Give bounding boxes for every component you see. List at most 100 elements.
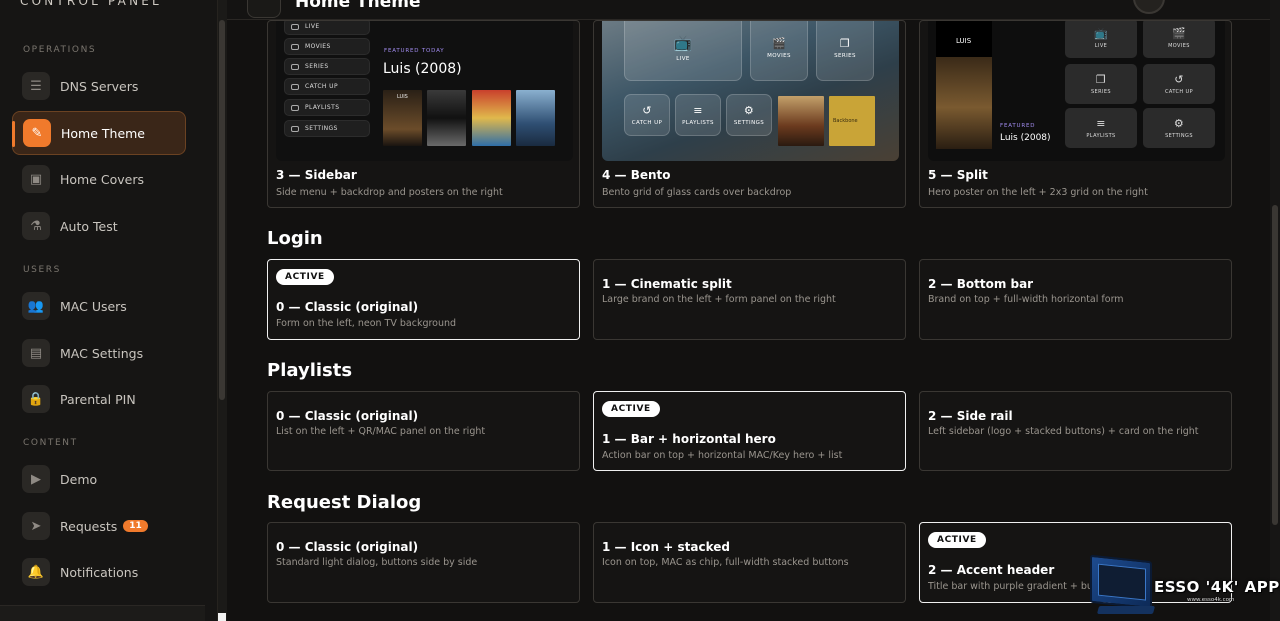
preview-poster: Backbone [829,96,875,146]
preview-tile-catchup: ↺ CATCH UP [624,94,670,136]
preview-menu-item: MOVIES [284,38,370,55]
preview-poster [427,90,466,146]
sidebar-item-label: DNS Servers [60,78,139,94]
theme-card-split[interactable]: LUIS FEATURED Luis (2008) 📺 LIVE 🎬 MOVIES … [919,20,1232,208]
sidebar-item-dns-servers[interactable]: ☰ DNS Servers [12,64,186,108]
section-title-playlists: Playlists [267,360,353,381]
sidebar-item-label: Requests [60,518,118,534]
watermark-monitor-logo [1090,554,1152,610]
section-title-request-dialog: Request Dialog [267,492,422,513]
login-card-cinematic-split[interactable]: 1 — Cinematic split Large brand on the l… [593,259,906,340]
tv-icon: 📺 [673,34,693,52]
bell-icon: 🔔 [22,558,50,586]
preview-poster [778,96,824,146]
preview-menu-item: LIVE [284,21,370,35]
clapper-icon: 🎬 [1171,27,1187,40]
preview-tile-playlists: ≡ PLAYLISTS [675,94,721,136]
play-icon: ▶ [22,465,50,493]
sidebar-item-home-theme[interactable]: ✎ Home Theme [12,111,186,155]
sidebar-item-auto-test[interactable]: ⚗ Auto Test [12,204,186,248]
theme-card-bento[interactable]: 📺 LIVE 🎬 MOVIES ❐ SERIES ↺ CATCH UP ≡ PLAYLIS… [593,20,906,208]
preview-tile-settings: ⚙ SETTINGS [726,94,772,136]
replay-icon: ↺ [642,104,652,117]
preview-poster [516,90,555,146]
requests-count-badge: 11 [123,520,148,532]
id-card-icon: ▤ [22,339,50,367]
preview-tile-movies: 🎬 MOVIES [750,21,808,81]
card-description: Left sidebar (logo + stacked buttons) + … [928,426,1199,437]
main-content: Home Theme LIVE MOVIES SERIES CATCH UP P… [227,0,1270,621]
sidebar-item-requests[interactable]: ➤ Requests 11 [12,504,186,548]
sidebar-item-label: MAC Users [60,298,127,314]
server-icon: ☰ [22,72,50,100]
sidebar-item-home-covers[interactable]: ▣ Home Covers [12,157,186,201]
avatar[interactable] [1133,0,1165,14]
stack-icon: ❐ [1095,73,1107,86]
card-title: 3 — Sidebar [276,168,357,182]
preview-tile-live: 📺 LIVE [624,21,742,81]
preview-split-layout: LUIS FEATURED Luis (2008) 📺 LIVE 🎬 MOVIES … [928,21,1225,161]
stack-icon: ❐ [839,37,851,50]
playlists-card-classic[interactable]: 0 — Classic (original) List on the left … [267,391,580,471]
main-scrollbar-thumb[interactable] [1272,205,1278,525]
card-title: 2 — Side rail [928,409,1013,423]
sidebar-horizontal-scrollbar[interactable] [0,605,205,621]
replay-icon: ↺ [1174,73,1184,86]
sidebar-item-label: Auto Test [60,218,118,234]
card-description: Brand on top + full-width horizontal for… [928,294,1124,305]
request-card-icon-stacked[interactable]: 1 — Icon + stacked Icon on top, MAC as c… [593,522,906,603]
sidebar-item-label: Home Covers [60,171,145,187]
sidebar-item-label: MAC Settings [60,345,144,361]
theme-card-sidebar[interactable]: LIVE MOVIES SERIES CATCH UP PLAYLISTS SE… [267,20,580,208]
top-bar: Home Theme [227,0,1270,20]
preview-hero-poster [936,57,992,149]
card-title: 2 — Bottom bar [928,277,1034,291]
request-card-classic[interactable]: 0 — Classic (original) Standard light di… [267,522,580,603]
card-description: Bento grid of glass cards over backdrop [602,187,792,198]
sidebar-item-mac-settings[interactable]: ▤ MAC Settings [12,331,186,375]
brand-title: CONTROL PANEL [20,0,162,8]
preview-bento-layout: 📺 LIVE 🎬 MOVIES ❐ SERIES ↺ CATCH UP ≡ PLAYLIS… [602,21,899,161]
sidebar-item-demo[interactable]: ▶ Demo [12,457,186,501]
brush-icon: ✎ [23,119,51,147]
card-title: 0 — Classic (original) [276,300,419,314]
tv-icon: 📺 [1093,27,1109,40]
sidebar-item-label: Notifications [60,564,139,580]
login-card-bottom-bar[interactable]: 2 — Bottom bar Brand on top + full-width… [919,259,1232,340]
section-label-operations: OPERATIONS [23,45,97,55]
clapper-icon: 🎬 [771,37,787,50]
back-button[interactable] [247,0,281,18]
preview-tile-live: 📺 LIVE [1065,21,1137,58]
preview-tile-playlists: ≡ PLAYLISTS [1065,108,1137,148]
page-title: Home Theme [295,0,421,12]
card-description: Hero poster on the left + 2x3 grid on th… [928,187,1148,198]
card-title: 0 — Classic (original) [276,540,419,554]
card-title: 0 — Classic (original) [276,409,419,423]
card-description: Form on the left, neon TV background [276,318,457,329]
login-card-classic[interactable]: ACTIVE 0 — Classic (original) Form on th… [267,259,580,340]
watermark-monitor-stand [1096,606,1156,614]
preview-menu-item: PLAYLISTS [284,99,370,116]
lock-icon: 🔒 [22,385,50,413]
card-title: 2 — Accent header [928,563,1055,577]
sidebar-scrollbar-thumb[interactable] [219,20,225,400]
playlists-card-bar-hero[interactable]: ACTIVE 1 — Bar + horizontal hero Action … [593,391,906,471]
preview-tile-movies: 🎬 MOVIES [1143,21,1215,58]
active-badge: ACTIVE [602,401,660,417]
card-title: 1 — Cinematic split [602,277,732,291]
preview-poster: LUIS [383,90,422,146]
preview-poster [472,90,511,146]
preview-tile-series: ❐ SERIES [1065,64,1137,104]
sidebar-item-mac-users[interactable]: 👥 MAC Users [12,284,186,328]
sidebar-item-notifications[interactable]: 🔔 Notifications [12,550,186,594]
card-description: Icon on top, MAC as chip, full-width sta… [602,557,849,568]
preview-sidebar-layout: LIVE MOVIES SERIES CATCH UP PLAYLISTS SE… [276,21,573,161]
active-badge: ACTIVE [276,269,334,285]
image-icon: ▣ [22,165,50,193]
preview-tile-settings: ⚙ SETTINGS [1143,108,1215,148]
playlists-card-side-rail[interactable]: 2 — Side rail Left sidebar (logo + stack… [919,391,1232,471]
preview-tile-series: ❐ SERIES [816,21,874,81]
card-description: Action bar on top + horizontal MAC/Key h… [602,450,843,461]
sidebar-item-parental-pin[interactable]: 🔒 Parental PIN [12,377,186,421]
card-description: Title bar with purple gradient + buttons [928,581,1118,592]
